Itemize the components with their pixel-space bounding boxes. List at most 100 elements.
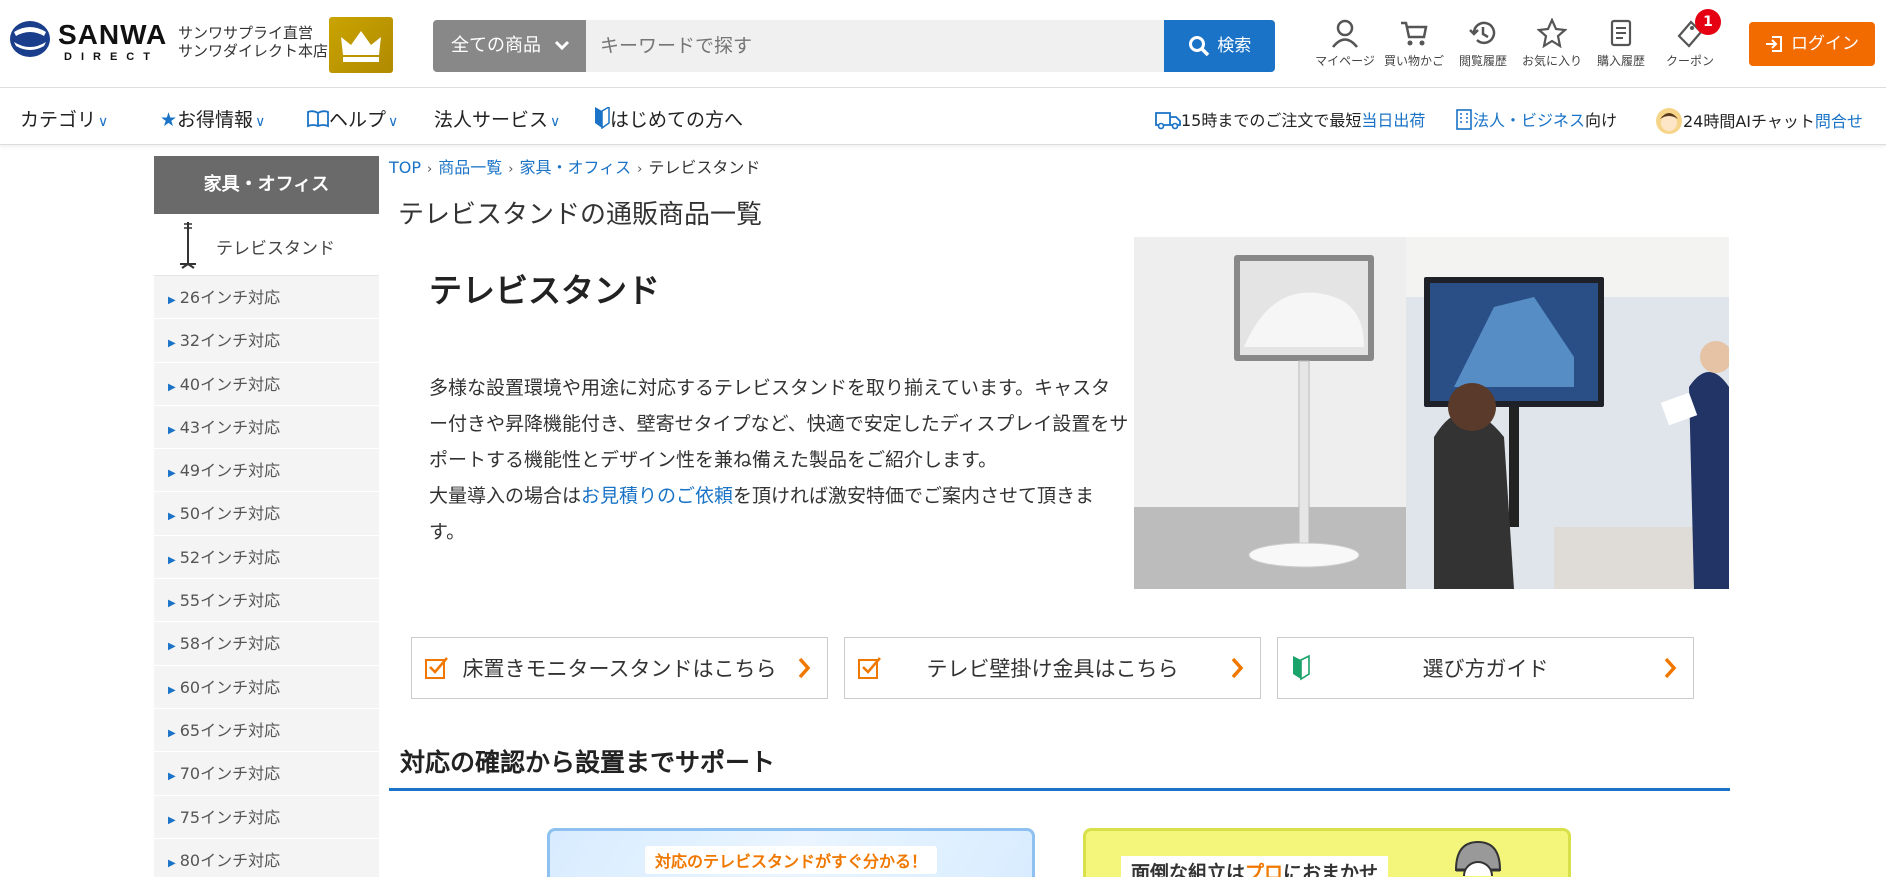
ai-chat-link[interactable]: 24時間AIチャット問合せ <box>1655 107 1863 135</box>
purchase-history-link[interactable]: 購入履歴 <box>1586 16 1656 69</box>
sidebar-item-32[interactable]: ▶ 32インチ対応 <box>154 319 379 363</box>
nav-business[interactable]: 法人サービス ∨ <box>434 105 560 132</box>
store-line1: サンワサプライ直営 <box>178 24 314 42</box>
purchase-history-label: 購入履歴 <box>1596 54 1645 68</box>
assembly-tag-post: におまかせ <box>1283 862 1379 877</box>
search-button[interactable]: 検索 <box>1164 20 1275 72</box>
sidebar-item-label: 50インチ対応 <box>179 504 281 524</box>
sidebar-item-label: 55インチ対応 <box>179 591 281 611</box>
login-icon <box>1766 36 1782 52</box>
sidebar-item-65[interactable]: ▶ 65インチ対応 <box>154 709 379 753</box>
sidebar-item-label: 43インチ対応 <box>179 417 281 437</box>
sidebar-item-43[interactable]: ▶ 43インチ対応 <box>154 406 379 450</box>
hero-description: 多様な設置環境や用途に対応するテレビスタンドを取り揃えています。キャスター付きや… <box>429 370 1129 550</box>
assembly-tag-pre: 面倒な組立は <box>1131 862 1246 877</box>
section-divider <box>389 788 1730 791</box>
nav-category-label: カテゴリ <box>20 109 97 131</box>
tv-stand-icon <box>180 222 196 269</box>
nav-category[interactable]: カテゴリ ∨ <box>20 105 108 132</box>
nav-beginners[interactable]: はじめての方へ <box>594 105 743 132</box>
floor-monitor-stand-link[interactable]: 床置きモニタースタンドはこちら <box>411 637 828 699</box>
breadcrumb-category[interactable]: 家具・オフィス <box>519 158 631 177</box>
coupon-link[interactable]: クーポン 1 <box>1655 9 1725 69</box>
section-title: 対応の確認から設置までサポート <box>400 748 776 777</box>
breadcrumb: TOP › 商品一覧 › 家具・オフィス › テレビスタンド <box>389 154 760 178</box>
sidebar-item-58[interactable]: ▶ 58インチ対応 <box>154 622 379 666</box>
hero-description-text: 多様な設置環境や用途に対応するテレビスタンドを取り揃えています。キャスター付きや… <box>429 377 1129 471</box>
sidebar-item-label: 58インチ対応 <box>179 634 281 654</box>
chat-avatar-icon <box>1656 108 1682 134</box>
chevron-down-icon: ∨ <box>550 114 561 130</box>
shipping-link: 当日出荷 <box>1361 111 1426 130</box>
sanwa-direct-logo[interactable]: SANWA DIRECT <box>8 14 168 64</box>
sidebar-item-49[interactable]: ▶ 49インチ対応 <box>154 449 379 493</box>
svg-text:SANWA: SANWA <box>58 19 167 50</box>
sidebar-item-label: 49インチ対応 <box>179 461 281 481</box>
history-icon <box>1469 21 1496 45</box>
sidebar-item-label: 70インチ対応 <box>179 764 281 784</box>
compatibility-banner-tag: 対応のテレビスタンドがすぐ分かる！ <box>645 846 938 874</box>
corporate-suffix: 向け <box>1585 111 1618 130</box>
cart-link[interactable]: 買い物かご <box>1379 16 1449 69</box>
triangle-right-icon: ▶ <box>168 381 176 393</box>
chevron-right-icon <box>1231 657 1244 679</box>
nav-help-label: ヘルプ <box>329 109 387 131</box>
search-category-label: 全ての商品 <box>451 35 541 56</box>
sidebar-item-40[interactable]: ▶ 40インチ対応 <box>154 363 379 406</box>
sidebar-item-label: 40インチ対応 <box>179 374 281 394</box>
breadcrumb-top[interactable]: TOP <box>389 158 421 177</box>
sidebar-item-label: 80インチ対応 <box>179 850 281 870</box>
sidebar-item-26[interactable]: ▶ 26インチ対応 <box>154 276 379 320</box>
nav-deals[interactable]: ★お得情報 ∨ <box>160 105 265 132</box>
crown-icon[interactable] <box>329 17 393 73</box>
search-input[interactable] <box>586 20 1164 72</box>
history-label: 閲覧履歴 <box>1458 54 1507 68</box>
wall-mount-link[interactable]: テレビ壁掛け金具はこちら <box>844 637 1261 699</box>
nav-beginners-label: はじめての方へ <box>610 109 744 131</box>
cart-icon <box>1401 21 1428 46</box>
sidebar-item-55[interactable]: ▶ 55インチ対応 <box>154 579 379 623</box>
triangle-right-icon: ▶ <box>168 814 176 826</box>
sidebar-current-category[interactable]: テレビスタンド <box>154 214 379 276</box>
sidebar-item-50[interactable]: ▶ 50インチ対応 <box>154 492 379 536</box>
sidebar-item-60[interactable]: ▶ 60インチ対応 <box>154 666 379 709</box>
sidebar-item-label: 32インチ対応 <box>179 331 281 351</box>
assembly-tag-accent: プロ <box>1245 862 1284 877</box>
assembly-banner-tag: 面倒な組立はプロにおまかせ <box>1121 856 1389 877</box>
user-icon <box>1332 19 1358 48</box>
compatibility-banner[interactable]: 対応のテレビスタンドがすぐ分かる！ <box>547 828 1035 877</box>
selection-guide-link[interactable]: 選び方ガイド <box>1277 637 1694 699</box>
sidebar-item-70[interactable]: ▶ 70インチ対応 <box>154 752 379 796</box>
sidebar-item-52[interactable]: ▶ 52インチ対応 <box>154 536 379 580</box>
triangle-right-icon: ▶ <box>168 727 176 739</box>
sidebar-item-80[interactable]: ▶ 80インチ対応 <box>154 839 379 877</box>
quote-request-link[interactable]: お見積りのご依頼 <box>581 485 733 507</box>
chevron-down-icon <box>554 20 570 93</box>
beginner-mark-icon <box>595 105 610 130</box>
svg-text:DIRECT: DIRECT <box>64 51 159 63</box>
search-category-select[interactable]: 全ての商品 <box>433 20 586 72</box>
assembly-service-banner[interactable]: 面倒な組立はプロにおまかせ <box>1083 828 1571 877</box>
mypage-link[interactable]: マイページ <box>1310 16 1380 69</box>
hero-title: テレビスタンド <box>429 271 660 310</box>
store-line2: サンワダイレクト本店 <box>178 42 329 60</box>
breadcrumb-list[interactable]: 商品一覧 <box>438 158 502 177</box>
star-icon: ★ <box>160 109 178 131</box>
same-day-shipping-link[interactable]: 15時までのご注文で最短当日出荷 <box>1155 107 1425 131</box>
history-link[interactable]: 閲覧履歴 <box>1448 16 1518 69</box>
receipt-icon <box>1610 19 1632 47</box>
favorites-link[interactable]: お気に入り <box>1517 16 1587 69</box>
nav-deals-label: お得情報 <box>177 109 254 131</box>
login-button[interactable]: ログイン <box>1749 22 1875 66</box>
login-label: ログイン <box>1791 34 1859 54</box>
triangle-right-icon: ▶ <box>168 598 176 610</box>
corporate-link[interactable]: 法人・ビジネス向け <box>1455 107 1617 131</box>
chevron-right-icon: › <box>637 162 643 177</box>
sidebar-item-75[interactable]: ▶ 75インチ対応 <box>154 796 379 839</box>
triangle-right-icon: ▶ <box>168 424 176 436</box>
header-icon-group: マイページ 買い物かご 閲覧履歴 お気に入り 購入履歴 クーポン 1 <box>1310 9 1730 74</box>
floor-stand-label: 床置きモニタースタンドはこちら <box>462 657 777 681</box>
triangle-right-icon: ▶ <box>168 641 176 653</box>
nav-help[interactable]: ヘルプ ∨ <box>307 105 398 132</box>
quote-prefix: 大量導入の場合は <box>429 485 582 507</box>
